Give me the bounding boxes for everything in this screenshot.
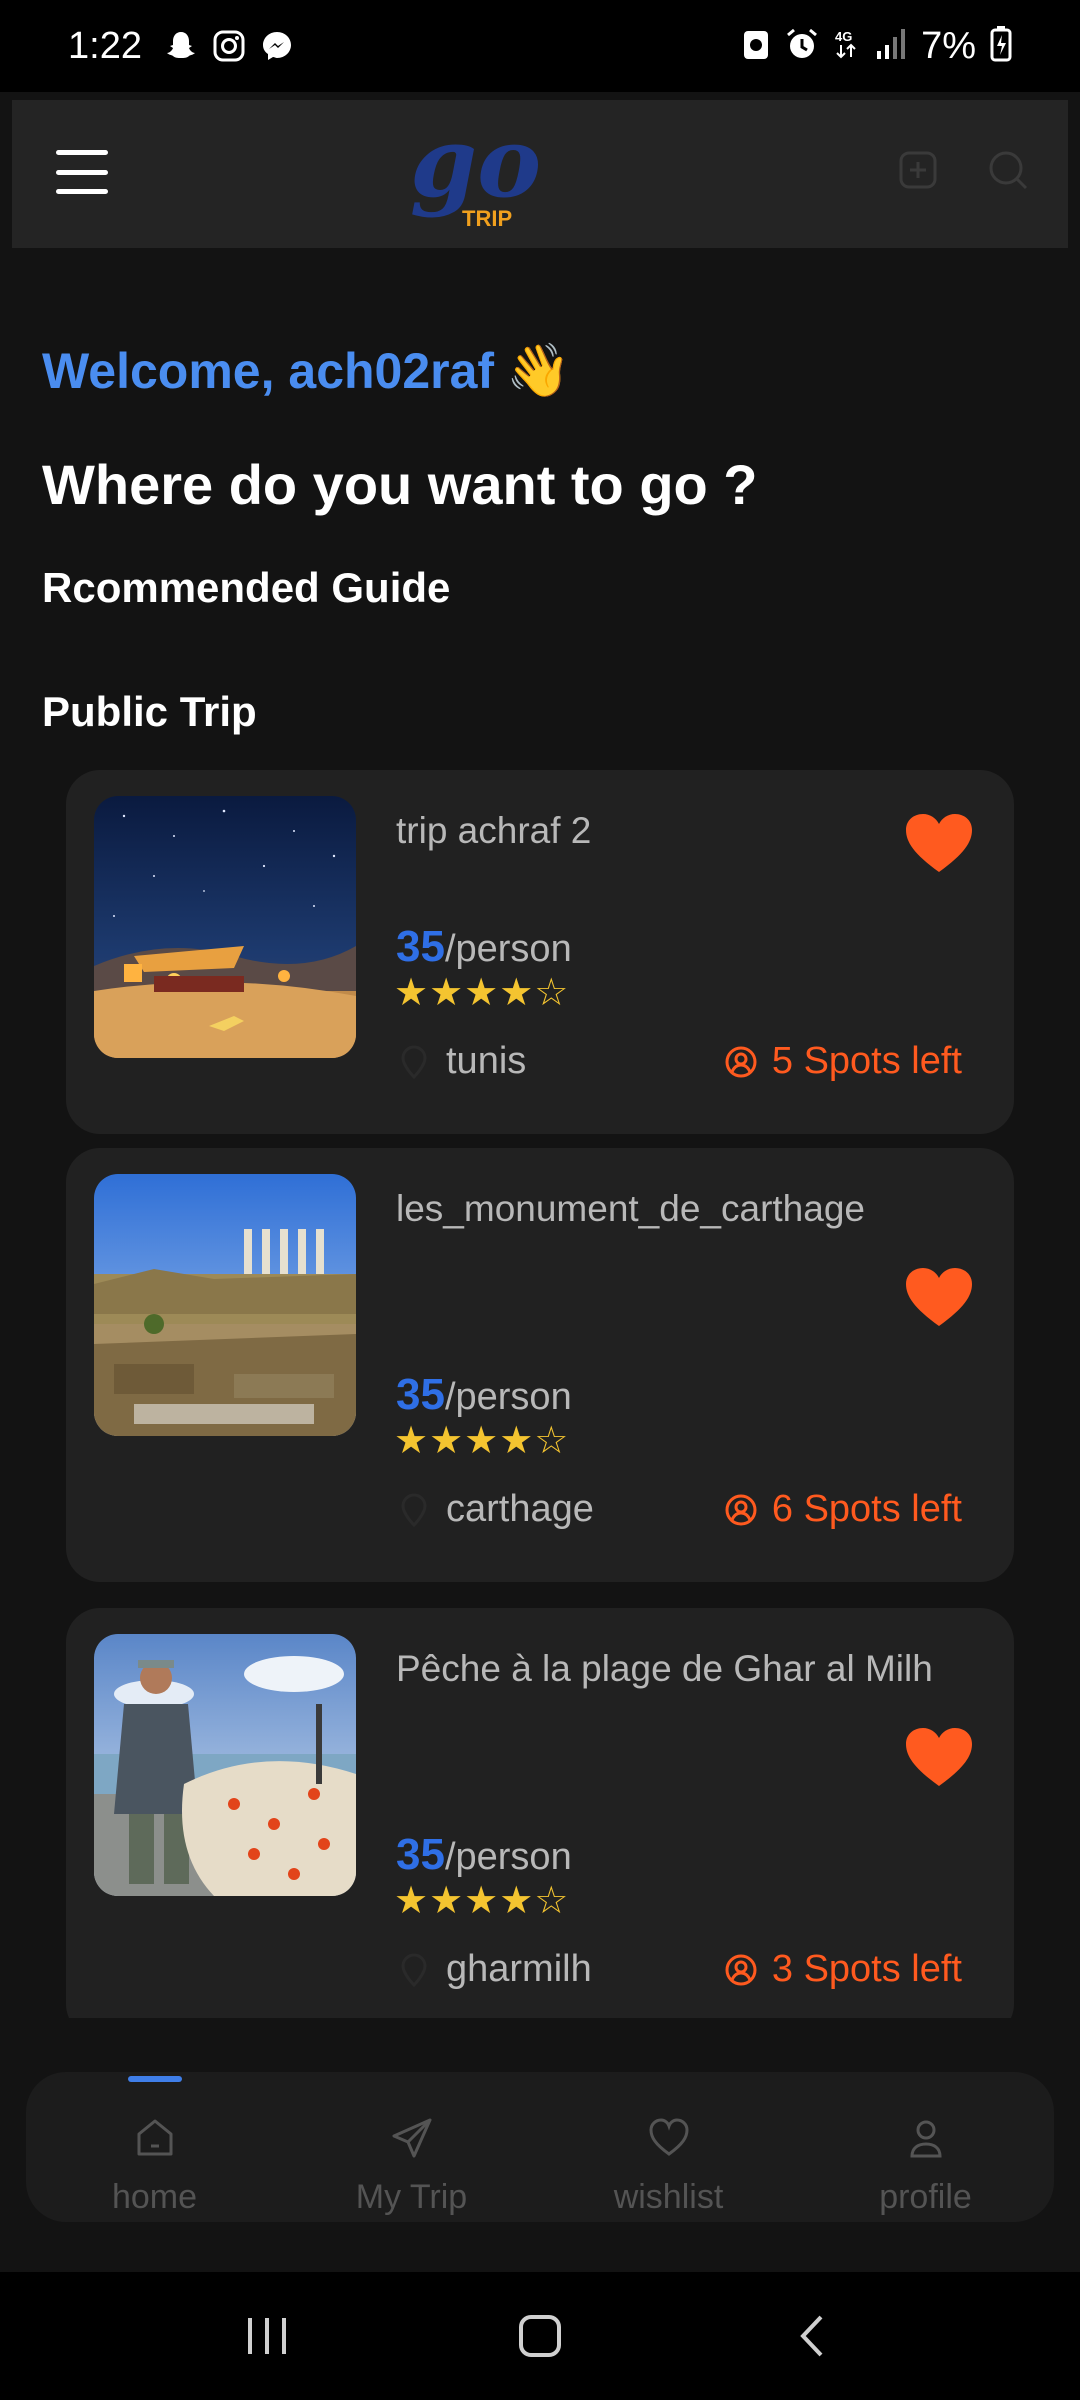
price-value: 35 [396, 1370, 445, 1419]
battery-charging-icon [990, 25, 1012, 67]
add-square-icon[interactable] [894, 146, 942, 194]
rating-stars: ★★★★☆ [394, 1420, 570, 1462]
signal-icon [875, 27, 907, 66]
paper-plane-icon [392, 2118, 431, 2158]
system-nav-bar [0, 2272, 1080, 2400]
snapchat-icon [164, 29, 198, 63]
app-header: go TRIP [12, 100, 1068, 248]
trip-card[interactable]: trip achraf 2 35/person ★★★★☆ tunis 5 Sp… [66, 770, 1014, 1134]
price-value: 35 [396, 922, 445, 971]
status-right-icons: 4G 7% [741, 25, 1012, 68]
trip-image-carthage-ruins [94, 1174, 356, 1436]
messenger-icon [260, 29, 294, 63]
trip-price: 35/person [396, 1830, 572, 1880]
heart-icon[interactable] [904, 812, 974, 876]
nav-label-wishlist: wishlist [613, 2178, 724, 2216]
home-button-icon[interactable] [505, 2306, 575, 2366]
nav-label-profile: profile [879, 2178, 972, 2216]
nav-item-home[interactable]: home [26, 2072, 283, 2222]
spots-label: 3 Spots left [771, 1948, 962, 1990]
heart-icon[interactable] [904, 1266, 974, 1330]
location-pin-icon [401, 1952, 427, 1987]
status-time: 1:22 [68, 24, 142, 67]
trip-title: les_monument_de_carthage [396, 1188, 865, 1229]
section-title-recommended: Rcommended Guide [42, 564, 451, 611]
spots-label: 5 Spots left [771, 1040, 962, 1082]
active-tab-indicator [127, 2076, 182, 2082]
location-pin-icon [401, 1492, 427, 1527]
location-label: gharmilh [446, 1948, 592, 1990]
trip-location: carthage [396, 1488, 594, 1531]
bottom-nav: home My Trip wishlist profile [26, 2072, 1054, 2222]
welcome-text: Welcome, ach02raf 👋 [42, 340, 571, 401]
data-saver-icon [741, 27, 771, 66]
svg-text:TRIP: TRIP [462, 206, 512, 228]
price-unit: /person [444, 1836, 572, 1878]
spots-left: 3 Spots left [724, 1948, 962, 1991]
trip-card[interactable]: Pêche à la plage de Ghar al Milh 35/pers… [66, 1608, 1014, 2018]
user-icon [909, 2120, 942, 2158]
wave-emoji: 👋 [506, 342, 571, 400]
user-circle-icon [725, 1954, 757, 1985]
status-left-icons [164, 29, 294, 63]
trip-image-fisherman [94, 1634, 356, 1896]
status-bar: 1:22 4G 7% [0, 0, 1080, 92]
location-pin-icon [401, 1044, 427, 1079]
svg-text:4G: 4G [835, 29, 852, 44]
instagram-icon [212, 29, 246, 63]
location-label: tunis [446, 1040, 527, 1082]
trip-price: 35/person [396, 922, 572, 972]
user-circle-icon [725, 1494, 757, 1525]
battery-percent: 7% [921, 24, 976, 67]
trip-card[interactable]: les_monument_de_carthage 35/person ★★★★☆… [66, 1148, 1014, 1582]
trip-location: gharmilh [396, 1948, 592, 1991]
spots-left: 6 Spots left [724, 1488, 962, 1531]
user-circle-icon [725, 1046, 757, 1077]
trip-location: tunis [396, 1040, 526, 1083]
spots-label: 6 Spots left [771, 1488, 962, 1530]
trip-price: 35/person [396, 1370, 572, 1420]
trip-title: Pêche à la plage de Ghar al Milh [396, 1648, 933, 1689]
nav-item-profile[interactable]: profile [797, 2072, 1054, 2222]
nav-label-home: home [111, 2178, 198, 2216]
back-icon[interactable] [778, 2306, 848, 2366]
trip-title: trip achraf 2 [396, 810, 592, 851]
hamburger-menu-icon[interactable] [52, 146, 112, 198]
trip-image-desert-camp [94, 796, 356, 1058]
page-title: Where do you want to go ? [42, 453, 758, 516]
nav-item-my-trip[interactable]: My Trip [283, 2072, 540, 2222]
svg-text:go: go [410, 118, 541, 219]
4g-icon: 4G [833, 27, 861, 66]
welcome-label: Welcome, ach02raf [42, 342, 495, 399]
home-icon [137, 2119, 172, 2156]
alarm-icon [785, 27, 819, 66]
header-actions [894, 146, 1032, 194]
price-value: 35 [396, 1830, 445, 1879]
nav-label-my-trip: My Trip [355, 2178, 468, 2216]
section-title-public-trip: Public Trip [42, 688, 257, 735]
spots-left: 5 Spots left [724, 1040, 962, 1083]
go-trip-logo: go TRIP [402, 106, 552, 231]
trip-list: trip achraf 2 35/person ★★★★☆ tunis 5 Sp… [66, 770, 1014, 2018]
recent-apps-icon[interactable] [232, 2306, 302, 2366]
rating-stars: ★★★★☆ [394, 1880, 570, 1922]
rating-stars: ★★★★☆ [394, 972, 570, 1014]
location-label: carthage [446, 1488, 594, 1530]
price-unit: /person [444, 1376, 572, 1418]
price-unit: /person [444, 928, 572, 970]
nav-item-wishlist[interactable]: wishlist [540, 2072, 797, 2222]
heart-outline-icon [648, 2118, 689, 2156]
search-icon[interactable] [984, 146, 1032, 194]
heart-icon[interactable] [904, 1726, 974, 1790]
